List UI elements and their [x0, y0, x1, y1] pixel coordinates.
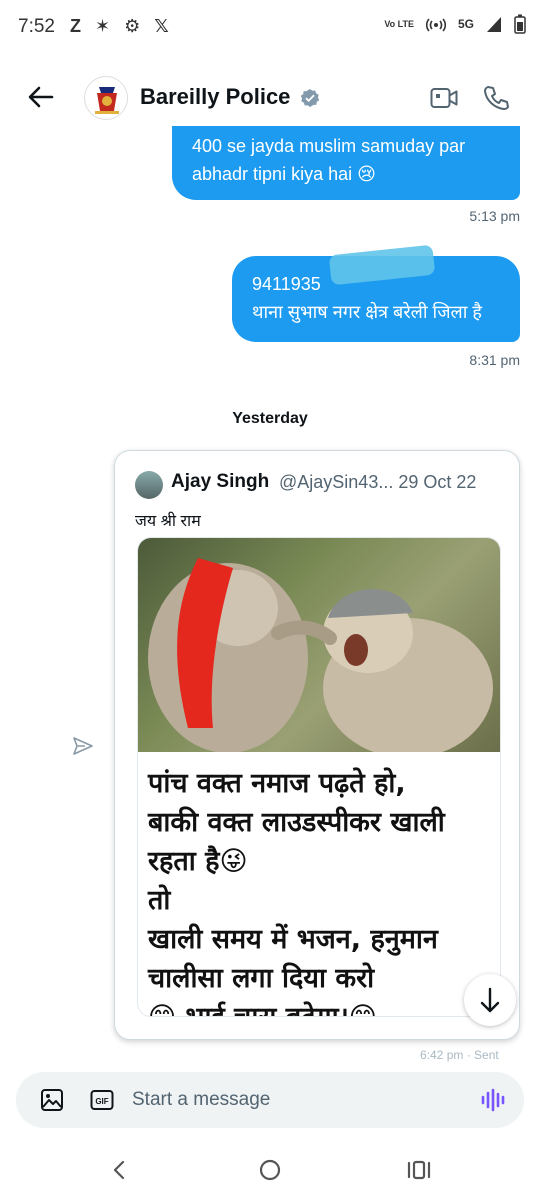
meme-line: पांच वक्त नमाज पढ़ते हो,	[148, 768, 406, 799]
voice-message-icon[interactable]	[480, 1087, 506, 1113]
nav-home-icon[interactable]	[258, 1158, 282, 1182]
message-input[interactable]	[132, 1084, 452, 1116]
meme-line: रहता है😜	[148, 846, 248, 877]
message-bubble[interactable]: 400 se jayda muslim samuday par abhadr t…	[172, 126, 520, 200]
hotspot-icon	[425, 18, 446, 32]
scroll-to-bottom-button[interactable]	[464, 974, 516, 1026]
message-timestamp: 5:13 pm	[469, 208, 520, 224]
message-text: 400 se jayda muslim samuday par abhadr t…	[192, 136, 466, 184]
battery-icon	[514, 14, 526, 34]
meme-line: बाकी वक्त लाउडस्पीकर खाली	[148, 807, 445, 838]
monkeys-illustration	[148, 558, 493, 758]
message-timestamp: 6:42 pm · Sent	[420, 1048, 499, 1062]
tweet-media[interactable]: पांच वक्त नमाज पढ़ते हो, बाकी वक्त लाउडस…	[137, 537, 501, 1017]
signal-icon	[487, 17, 501, 32]
volte-icon: Vo LTE	[384, 19, 414, 29]
z-app-icon: Z	[70, 16, 81, 36]
image-icon[interactable]	[40, 1088, 64, 1112]
avatar[interactable]	[84, 76, 128, 120]
message-text: थाना सुभाष नगर क्षेत्र बरेली जिला है	[252, 302, 482, 322]
arrow-down-icon	[480, 987, 500, 1013]
phone-call-icon[interactable]	[482, 84, 510, 112]
day-separator: Yesterday	[232, 410, 308, 427]
page-title[interactable]: Bareilly Police	[140, 84, 290, 110]
shared-tweet-card[interactable]: Ajay Singh @AjaySin43... 29 Oct 22 जय श्…	[114, 450, 520, 1040]
message-timestamp: 8:31 pm	[469, 352, 520, 368]
settings-icon: ⚙	[124, 16, 141, 36]
meme-line: 😊 भाई चारा बढ़ेगा।😊	[148, 998, 498, 1016]
status-time: 7:52	[18, 16, 55, 37]
meme-line: तो	[148, 885, 171, 916]
nav-back-icon[interactable]	[108, 1158, 132, 1182]
avatar	[135, 471, 163, 499]
x-app-icon: 𝕏	[154, 16, 169, 36]
police-emblem-icon	[86, 78, 127, 119]
status-bar: 7:52 Z ✶ ⚙ 𝕏 Vo LTE 5G	[0, 0, 540, 56]
verified-badge-icon	[300, 89, 320, 107]
sparkle-icon: ✶	[95, 16, 111, 36]
gif-icon[interactable]: GIF	[90, 1088, 114, 1112]
monkeys-photo	[138, 538, 500, 758]
back-arrow-icon[interactable]	[26, 82, 56, 112]
meme-line: खाली समय में भजन, हनुमान	[148, 924, 438, 955]
tweet-text: जय श्री राम	[135, 513, 201, 530]
notification-icons: Z ✶ ⚙ 𝕏	[70, 16, 169, 37]
message-composer: GIF	[16, 1072, 524, 1128]
nav-recents-icon[interactable]	[406, 1158, 432, 1182]
meme-text: पांच वक्त नमाज पढ़ते हो, बाकी वक्त लाउडस…	[148, 764, 498, 1016]
tweet-handle-date: @AjaySin43... 29 Oct 22	[279, 472, 477, 492]
tweet-author-name: Ajay Singh	[171, 471, 270, 492]
video-call-icon[interactable]	[430, 86, 458, 110]
system-icons: Vo LTE 5G	[384, 14, 526, 34]
svg-text:GIF: GIF	[95, 1097, 108, 1106]
network-type: 5G	[457, 17, 474, 31]
system-navigation-bar	[0, 1140, 540, 1200]
meme-line: चालीसा लगा दिया करो	[148, 963, 375, 994]
share-icon[interactable]	[72, 736, 94, 756]
